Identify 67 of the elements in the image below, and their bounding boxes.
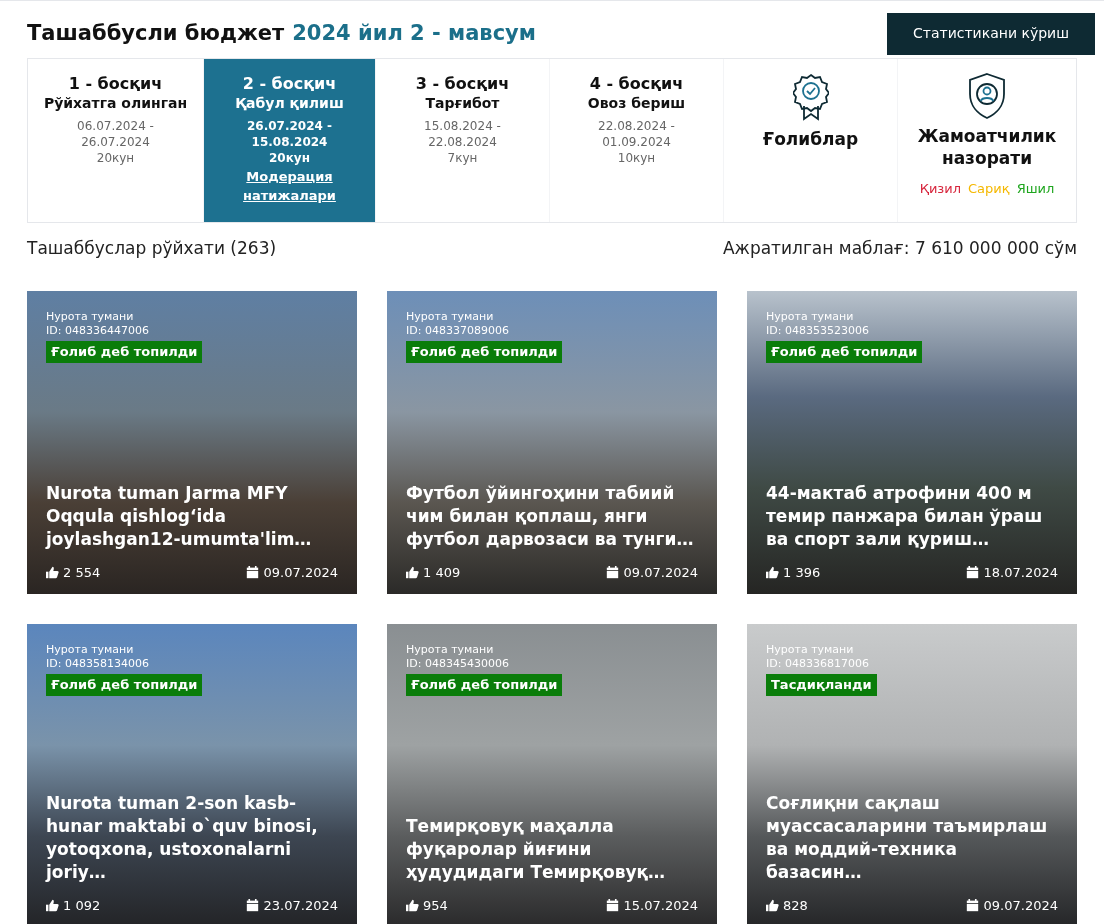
budget-text: Ажратилган маблағ: 7 610 000 000 сўм bbox=[722, 237, 1077, 261]
date-text: 15.07.2024 bbox=[623, 896, 698, 915]
project-id: ID: 048353523006 bbox=[766, 324, 869, 338]
project-card[interactable]: Нурота тумани ID: 048337089006 Ғолиб деб топилди Футбол ўйингоҳини табиий чим билан қоплаш, янги футбол дарвозаси ва тунги… 1 409 09.07.2024 bbox=[387, 291, 717, 594]
date-text: 09.07.2024 bbox=[983, 896, 1058, 915]
district-label: Нурота тумани bbox=[406, 310, 494, 324]
thumbs-up-icon bbox=[406, 898, 419, 912]
calendar-icon bbox=[605, 565, 619, 579]
statistics-button[interactable]: Статистикани кўриш bbox=[887, 12, 1095, 55]
list-title: Ташаббуслар рўйхати (263) bbox=[27, 237, 277, 261]
award-icon bbox=[792, 73, 829, 121]
like-count: 1 409 bbox=[423, 563, 461, 582]
project-title: Nurota tuman 2-son kasb-hunar maktabi o`quv binosi, yotoqxona, ustoxonalarni joriy… bbox=[46, 791, 319, 884]
winners-link[interactable]: Ғолиблар bbox=[762, 127, 859, 153]
project-id: ID: 048336447006 bbox=[46, 324, 149, 338]
like-count: 828 bbox=[783, 896, 808, 915]
thumbs-up-icon bbox=[766, 565, 779, 579]
calendar-icon bbox=[965, 898, 979, 912]
calendar-icon bbox=[245, 565, 259, 579]
project-id: ID: 048358134006 bbox=[46, 657, 149, 671]
status-badge: Ғолиб деб топилди bbox=[766, 341, 923, 363]
like-count: 2 554 bbox=[63, 563, 101, 582]
calendar-icon bbox=[965, 565, 979, 579]
calendar-icon bbox=[605, 898, 619, 912]
project-title: 44-мактаб атрофини 400 м темир панжара билан ўраш ва спорт зали қуриш… bbox=[766, 481, 1044, 551]
project-card[interactable]: Нурота тумани ID: 048353523006 Ғолиб деб топилди 44-мактаб атрофини 400 м темир панжара билан ўраш ва спорт зали қуриш… 1 396 18.07.2024 bbox=[747, 291, 1077, 594]
project-card[interactable]: Нурота тумани ID: 048336817006 Тасдиқланди Соғлиқни сақлаш муассасаларини таъмирлаш ва моддий-техника базасин… 828 09.07.2024 bbox=[747, 624, 1077, 924]
control-title[interactable]: Жамоатчилик назорати bbox=[912, 125, 1062, 169]
thumbs-up-icon bbox=[46, 565, 59, 579]
district-label: Нурота тумани bbox=[406, 643, 494, 657]
status-badge: Ғолиб деб топилди bbox=[46, 674, 203, 696]
date-text: 23.07.2024 bbox=[263, 896, 338, 915]
thumbs-up-icon bbox=[766, 898, 779, 912]
legend-label: Сариқ bbox=[968, 180, 1010, 198]
project-card[interactable]: Нурота тумани ID: 048358134006 Ғолиб деб топилди Nurota tuman 2-son kasb-hunar maktabi o`quv binosi, yotoqxona, ustoxonalarni joriy… 1 092 23.07.2024 bbox=[27, 624, 357, 924]
like-count: 1 092 bbox=[63, 896, 101, 915]
project-title: Nurota tuman Jarma MFY Oqqula qishlog‘ida joylashgan12-umumta'lim… bbox=[46, 481, 313, 551]
district-label: Нурота тумани bbox=[766, 643, 854, 657]
date-text: 09.07.2024 bbox=[623, 563, 698, 582]
date-text: 18.07.2024 bbox=[983, 563, 1058, 582]
like-count: 1 396 bbox=[783, 563, 821, 582]
like-count: 954 bbox=[423, 896, 448, 915]
season-title: 2024 йил 2 - мавсум bbox=[292, 19, 536, 47]
thumbs-up-icon bbox=[46, 898, 59, 912]
project-card[interactable]: Нурота тумани ID: 048336447006 Ғолиб деб топилди Nurota tuman Jarma MFY Oqqula qishlog‘ida joylashgan12-umumta'lim… 2 554 09.07.2024 bbox=[27, 291, 357, 594]
project-card[interactable]: Нурота тумани ID: 048345430006 Ғолиб деб топилди Темирқовуқ маҳалла фуқаролар йиғини ҳудудидаги Темирқовуқ… 954 15.07.2024 bbox=[387, 624, 717, 924]
district-label: Нурота тумани bbox=[46, 643, 134, 657]
project-title: Соғлиқни сақлаш муассасаларини таъмирлаш ва моддий-техника базасин… bbox=[766, 791, 1049, 884]
status-badge: Тасдиқланди bbox=[766, 674, 877, 696]
district-label: Нурота тумани bbox=[46, 310, 134, 324]
calendar-icon bbox=[245, 898, 259, 912]
district-label: Нурота тумани bbox=[766, 310, 854, 324]
project-id: ID: 048345430006 bbox=[406, 657, 509, 671]
project-id: ID: 048336817006 bbox=[766, 657, 869, 671]
status-badge: Ғолиб деб топилди bbox=[46, 341, 203, 363]
status-badge: Ғолиб деб топилди bbox=[406, 341, 563, 363]
project-title: Темирқовуқ маҳалла фуқаролар йиғини ҳудудидаги Темирқовуқ… bbox=[406, 814, 667, 884]
legend-label: Яшил bbox=[1016, 180, 1055, 198]
status-badge: Ғолиб деб топилди bbox=[406, 674, 563, 696]
shield-user-icon bbox=[968, 73, 1006, 119]
thumbs-up-icon bbox=[406, 565, 419, 579]
project-id: ID: 048337089006 bbox=[406, 324, 509, 338]
date-text: 09.07.2024 bbox=[263, 563, 338, 582]
stage-tab[interactable]: 2 - босқич Қабул қилиш 26.07.2024 - 15.08.2024 20кун Модерация натижалари bbox=[204, 59, 376, 222]
legend-label: Қизил bbox=[919, 180, 962, 198]
page-title: Ташаббусли бюджет bbox=[27, 19, 285, 47]
project-title: Футбол ўйингоҳини табиий чим билан қоплаш, янги футбол дарвозаси ва тунги… bbox=[406, 481, 695, 551]
